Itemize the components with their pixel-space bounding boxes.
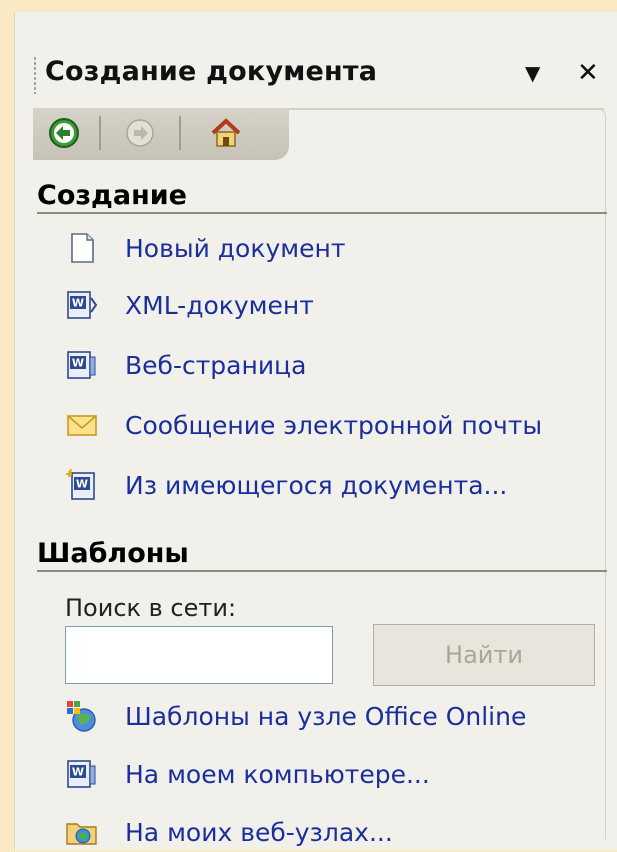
navigation-toolbar	[33, 108, 289, 160]
svg-text:W: W	[72, 766, 84, 779]
on-my-computer-label: На моем компьютере...	[125, 759, 430, 789]
web-folder-icon	[66, 823, 97, 845]
office-online-templates-link[interactable]: Шаблоны на узле Office Online	[65, 696, 526, 736]
create-section-title: Создание	[37, 180, 187, 211]
existing-document-icon: W	[66, 468, 95, 500]
envelope-icon	[67, 415, 97, 436]
pane-menu-dropdown-icon[interactable]: ▼	[525, 58, 540, 88]
templates-section-title: Шаблоны	[37, 538, 189, 569]
svg-text:W: W	[72, 297, 84, 310]
home-icon[interactable]	[209, 116, 243, 150]
task-pane-header: Создание документа ▼ ✕	[15, 42, 617, 104]
blank-document-icon	[71, 233, 94, 263]
xml-document-label: XML-документ	[125, 290, 314, 320]
section-divider	[37, 570, 607, 572]
toolbar-separator	[99, 116, 101, 150]
find-button[interactable]: Найти	[373, 624, 595, 686]
task-pane: Создание документа ▼ ✕ Создание Новый до…	[14, 12, 617, 850]
forward-arrow-icon[interactable]	[123, 116, 157, 150]
on-my-computer-link[interactable]: W На моем компьютере...	[65, 754, 430, 794]
svg-text:W: W	[72, 357, 84, 370]
from-existing-document-label: Из имеющегося документа...	[125, 470, 508, 500]
pane-title: Создание документа	[45, 56, 378, 87]
new-document-label: Новый документ	[125, 233, 346, 263]
web-page-label: Веб-страница	[125, 350, 307, 380]
web-search-label: Поиск в сети:	[65, 594, 237, 622]
email-message-link[interactable]: Сообщение электронной почты	[65, 405, 542, 445]
new-document-link[interactable]: Новый документ	[65, 228, 345, 268]
svg-text:W: W	[76, 478, 88, 491]
toolbar-separator	[179, 116, 181, 150]
email-message-label: Сообщение электронной почты	[125, 410, 543, 440]
web-page-icon: W	[67, 351, 96, 379]
web-page-link[interactable]: W Веб-страница	[65, 345, 306, 385]
xml-document-icon: W	[67, 291, 98, 319]
section-divider	[37, 212, 607, 214]
on-my-websites-label: На моих веб-узлах...	[125, 817, 393, 847]
office-online-templates-label: Шаблоны на узле Office Online	[125, 701, 527, 731]
web-search-input[interactable]	[65, 626, 333, 684]
on-my-websites-link[interactable]: На моих веб-узлах...	[65, 812, 393, 852]
back-arrow-icon[interactable]	[47, 116, 81, 150]
office-online-icon	[67, 701, 96, 732]
pane-content-border	[597, 108, 606, 839]
close-icon[interactable]: ✕	[577, 58, 599, 88]
from-existing-document-link[interactable]: W Из имеющегося документа...	[65, 465, 507, 505]
word-document-icon: W	[67, 760, 96, 788]
xml-document-link[interactable]: W XML-документ	[65, 285, 314, 325]
pane-content-border	[289, 108, 604, 110]
drag-grip-icon[interactable]	[33, 56, 37, 94]
